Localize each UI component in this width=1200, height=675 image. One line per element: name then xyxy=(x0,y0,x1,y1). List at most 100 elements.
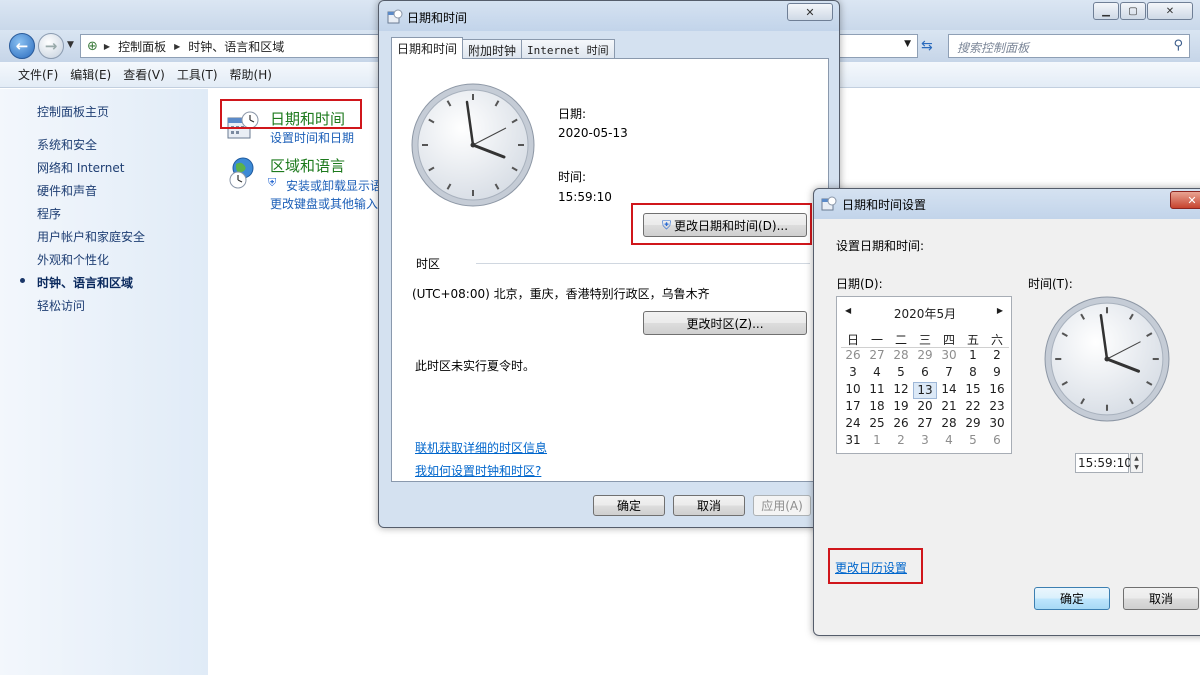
calendar-day[interactable]: 12 xyxy=(889,382,913,399)
calendar-day[interactable]: 6 xyxy=(985,433,1009,450)
close-button[interactable]: ✕ xyxy=(1147,2,1193,20)
link-change-calendar-settings[interactable]: 更改日历设置 xyxy=(835,559,907,576)
tab-date-time[interactable]: 日期和时间 xyxy=(391,37,464,59)
menu-edit[interactable]: 编辑(E) xyxy=(70,66,111,83)
calendar-weekday-header: 一 xyxy=(865,331,889,348)
back-button[interactable]: ← xyxy=(9,33,35,59)
address-dropdown-icon[interactable]: ▼ xyxy=(904,39,911,49)
calendar-day[interactable]: 2 xyxy=(889,433,913,450)
link-how-to-set-clock[interactable]: 我如何设置时钟和时区? xyxy=(415,462,541,479)
timezone-value: (UTC+08:00) 北京，重庆，香港特别行政区，乌鲁木齐 xyxy=(412,287,710,301)
close-button[interactable]: ✕ xyxy=(787,3,833,21)
menu-help[interactable]: 帮助(H) xyxy=(230,66,272,83)
tab-internet-time[interactable]: Internet 时间 xyxy=(521,39,615,59)
calendar-day[interactable]: 15 xyxy=(961,382,985,399)
menu-tools[interactable]: 工具(T) xyxy=(177,66,218,83)
tab-additional-clocks[interactable]: 附加时钟 xyxy=(462,39,523,59)
time-label: 时间: xyxy=(558,170,587,184)
menu-view[interactable]: 查看(V) xyxy=(123,66,165,83)
calendar-month-title[interactable]: 2020年5月 xyxy=(837,305,1013,322)
calendar-day[interactable]: 4 xyxy=(865,365,889,382)
calendar-day[interactable]: 20 xyxy=(913,399,937,416)
calendar-day[interactable]: 10 xyxy=(841,382,865,399)
calendar-day[interactable]: 28 xyxy=(889,348,913,365)
maximize-button[interactable]: ▢ xyxy=(1120,2,1146,20)
calendar-day-selected[interactable]: 13 xyxy=(913,382,937,399)
cancel-button[interactable]: 取消 xyxy=(1123,587,1199,610)
calendar-day[interactable]: 18 xyxy=(865,399,889,416)
calendar-day[interactable]: 3 xyxy=(841,365,865,382)
sidebar-item-clock-language-region[interactable]: 时钟、语言和区域 xyxy=(37,274,133,291)
close-button[interactable]: ✕ xyxy=(1170,191,1200,209)
minimize-button[interactable]: ▁ xyxy=(1093,2,1119,20)
shield-icon: ⛨ xyxy=(268,176,277,189)
calendar-day[interactable]: 26 xyxy=(841,348,865,365)
calendar-day[interactable]: 3 xyxy=(913,433,937,450)
calendar-day[interactable]: 7 xyxy=(937,365,961,382)
forward-button[interactable]: → xyxy=(38,33,64,59)
link-change-keyboard[interactable]: 更改键盘或其他输入 xyxy=(270,195,378,212)
sidebar-item-programs[interactable]: 程序 xyxy=(37,205,61,222)
ok-button[interactable]: 确定 xyxy=(1034,587,1110,610)
time-input[interactable]: 15:59:10 xyxy=(1075,453,1132,473)
calendar-day[interactable]: 1 xyxy=(961,348,985,365)
category-title-region-language[interactable]: 区域和语言 xyxy=(270,155,345,176)
menu-file[interactable]: 文件(F) xyxy=(18,66,58,83)
calendar-day[interactable]: 14 xyxy=(937,382,961,399)
search-input[interactable]: 搜索控制面板 ⚲ xyxy=(948,34,1190,58)
analog-clock-icon xyxy=(411,83,535,207)
calendar-day[interactable]: 28 xyxy=(937,416,961,433)
refresh-icon[interactable]: ⇆ xyxy=(921,38,933,54)
calendar-day[interactable]: 24 xyxy=(841,416,865,433)
calendar-day[interactable]: 31 xyxy=(841,433,865,450)
sidebar-item-network[interactable]: 网络和 Internet xyxy=(37,159,124,176)
search-icon[interactable]: ⚲ xyxy=(1173,38,1183,53)
calendar-day[interactable]: 27 xyxy=(865,348,889,365)
breadcrumb-control-panel[interactable]: 控制面板 xyxy=(112,38,172,55)
link-timezone-info[interactable]: 联机获取详细的时区信息 xyxy=(415,439,547,456)
link-set-time-date[interactable]: 设置时间和日期 xyxy=(270,129,354,146)
calendar-day[interactable]: 4 xyxy=(937,433,961,450)
calendar-day[interactable]: 22 xyxy=(961,399,985,416)
calendar-day[interactable]: 27 xyxy=(913,416,937,433)
calendar-day[interactable]: 30 xyxy=(985,416,1009,433)
sidebar-item-appearance[interactable]: 外观和个性化 xyxy=(37,251,109,268)
calendar-day[interactable]: 17 xyxy=(841,399,865,416)
calendar-day[interactable]: 29 xyxy=(913,348,937,365)
time-spinner[interactable]: ▲ ▼ xyxy=(1130,453,1143,473)
sidebar-item-home[interactable]: 控制面板主页 xyxy=(37,103,109,120)
chevron-up-icon[interactable]: ▲ xyxy=(1134,455,1139,462)
calendar-day[interactable]: 30 xyxy=(937,348,961,365)
calendar-day[interactable]: 19 xyxy=(889,399,913,416)
calendar-day[interactable]: 6 xyxy=(913,365,937,382)
calendar[interactable]: ◀ 2020年5月 ▶ 日一二三四五六 26 27 28 29 30 1 2 3 4 5 6 7 8 9 10… xyxy=(836,296,1012,454)
change-date-time-button[interactable]: ⛨ 更改日期和时间(D)... xyxy=(643,213,807,237)
breadcrumb-clock-language-region[interactable]: 时钟、语言和区域 xyxy=(182,38,290,55)
next-month-icon[interactable]: ▶ xyxy=(997,306,1003,315)
calendar-weekday-header: 四 xyxy=(937,331,961,348)
link-install-display-language[interactable]: 安装或卸载显示语 xyxy=(286,177,382,194)
cancel-button[interactable]: 取消 xyxy=(673,495,745,516)
change-timezone-button[interactable]: 更改时区(Z)... xyxy=(643,311,807,335)
recent-pages-dropdown[interactable]: ▼ xyxy=(67,40,74,50)
sidebar-item-user-accounts[interactable]: 用户帐户和家庭安全 xyxy=(37,228,145,245)
sidebar-item-ease-of-access[interactable]: 轻松访问 xyxy=(37,297,85,314)
calendar-day[interactable]: 8 xyxy=(961,365,985,382)
calendar-day[interactable]: 11 xyxy=(865,382,889,399)
ok-button[interactable]: 确定 xyxy=(593,495,665,516)
calendar-day[interactable]: 21 xyxy=(937,399,961,416)
calendar-day[interactable]: 26 xyxy=(889,416,913,433)
calendar-day[interactable]: 2 xyxy=(985,348,1009,365)
calendar-day[interactable]: 5 xyxy=(961,433,985,450)
calendar-day[interactable]: 5 xyxy=(889,365,913,382)
calendar-day[interactable]: 25 xyxy=(865,416,889,433)
apply-button[interactable]: 应用(A) xyxy=(753,495,811,516)
chevron-down-icon[interactable]: ▼ xyxy=(1134,464,1139,471)
sidebar-item-system-security[interactable]: 系统和安全 xyxy=(37,136,97,153)
calendar-day[interactable]: 1 xyxy=(865,433,889,450)
calendar-day[interactable]: 23 xyxy=(985,399,1009,416)
sidebar-item-hardware-sound[interactable]: 硬件和声音 xyxy=(37,182,97,199)
calendar-day[interactable]: 16 xyxy=(985,382,1009,399)
calendar-day[interactable]: 9 xyxy=(985,365,1009,382)
calendar-day[interactable]: 29 xyxy=(961,416,985,433)
